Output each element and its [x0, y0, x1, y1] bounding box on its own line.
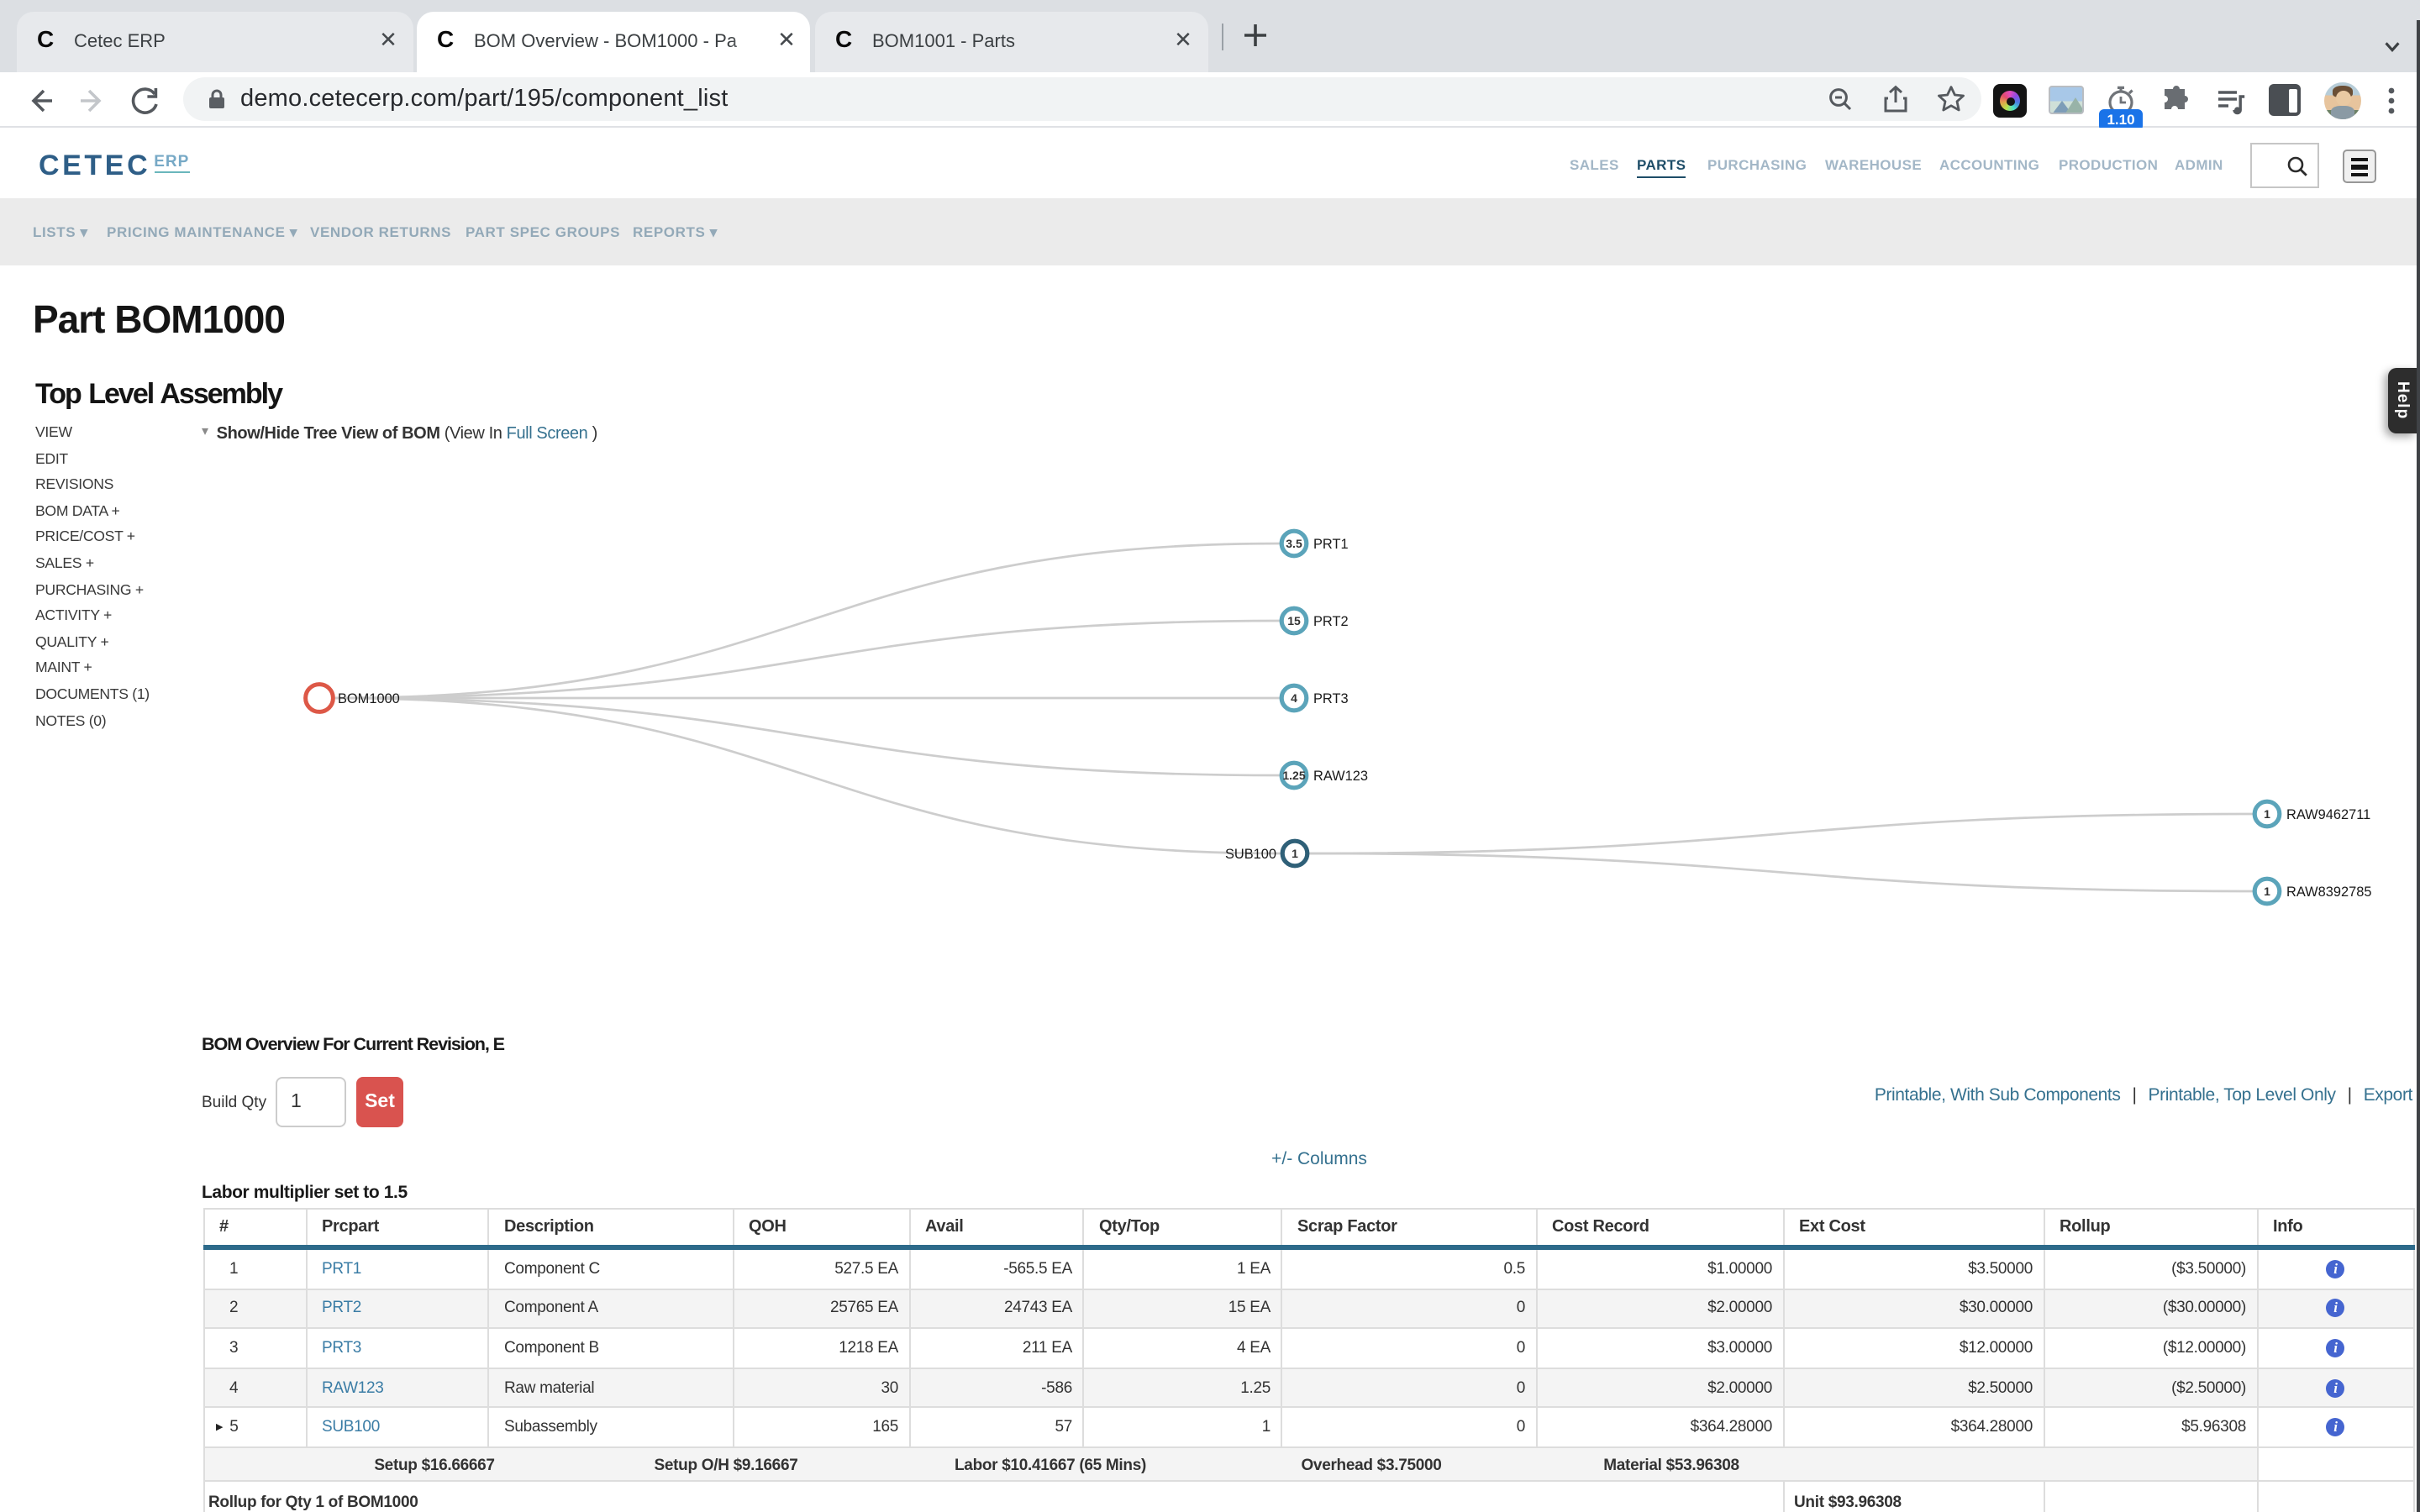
svg-text:1: 1 [1292, 847, 1298, 860]
svg-text:SUB100: SUB100 [1225, 847, 1276, 862]
svg-text:4: 4 [1291, 691, 1297, 705]
svg-text:1.25: 1.25 [1282, 769, 1305, 782]
svg-text:PRT1: PRT1 [1313, 537, 1349, 552]
svg-text:RAW123: RAW123 [1313, 769, 1368, 784]
svg-text:PRT3: PRT3 [1313, 691, 1349, 706]
svg-text:BOM1000: BOM1000 [338, 691, 400, 706]
svg-text:1: 1 [2264, 885, 2270, 898]
svg-text:15: 15 [1287, 614, 1301, 627]
svg-text:1: 1 [2264, 807, 2270, 821]
svg-text:RAW9462711: RAW9462711 [2286, 807, 2370, 822]
svg-text:RAW8392785: RAW8392785 [2286, 885, 2371, 900]
svg-text:3.5: 3.5 [1286, 537, 1302, 550]
svg-text:PRT2: PRT2 [1313, 614, 1349, 629]
